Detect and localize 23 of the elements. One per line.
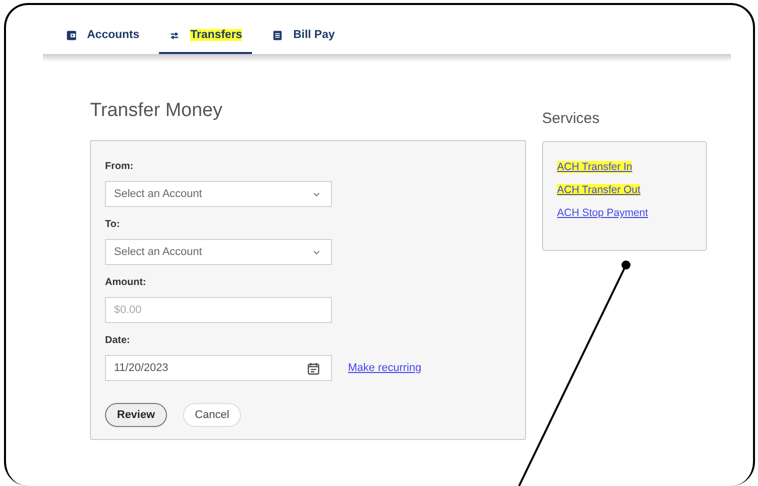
chevron-down-icon — [313, 192, 320, 196]
calendar-icon — [307, 362, 320, 374]
account-dropdown[interactable]: Select an Account — [105, 239, 332, 265]
date-field[interactable]: 11/20/2023 — [105, 355, 332, 381]
service-link[interactable]: ACH Transfer In — [557, 161, 632, 173]
field-label: Amount: — [105, 277, 148, 288]
field-label: To: — [105, 219, 121, 230]
swap-arrows-icon — [169, 30, 180, 40]
field-label: Date: — [105, 335, 132, 346]
services-heading: Services — [542, 110, 601, 127]
nav-tab[interactable]: Accounts — [56, 19, 150, 54]
nav-tab[interactable]: Bill Pay — [262, 19, 345, 54]
cancel-button[interactable]: Cancel — [182, 403, 242, 427]
document-icon — [272, 30, 284, 40]
service-link[interactable]: ACH Stop Payment — [557, 207, 648, 219]
page-title: Transfer Money — [90, 100, 224, 122]
field-label: From: — [105, 161, 134, 172]
account-dropdown[interactable]: Select an Account — [105, 181, 332, 207]
chevron-down-icon — [313, 250, 320, 254]
amount-field[interactable]: $0.00 — [105, 297, 332, 323]
review-button[interactable]: Review — [105, 403, 167, 427]
wallet-icon — [66, 30, 77, 40]
make-recurring-link[interactable]: Make recurring — [348, 362, 422, 374]
